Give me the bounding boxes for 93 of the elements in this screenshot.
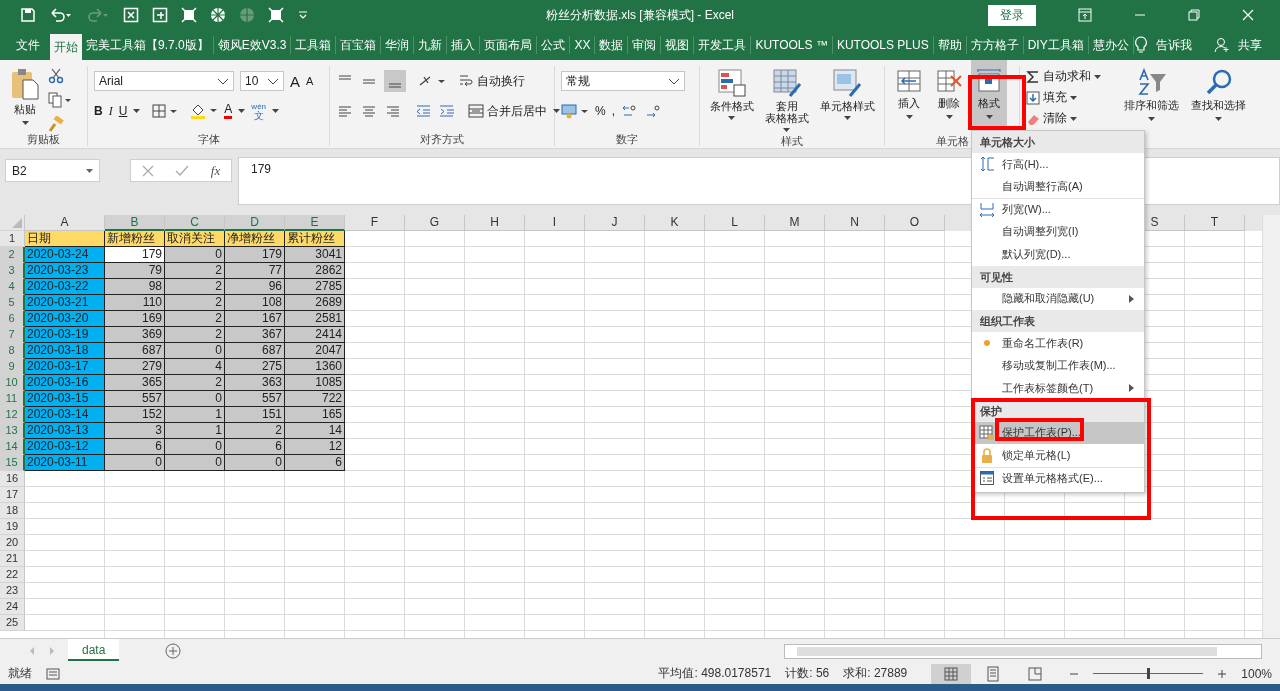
table-cell: 0 bbox=[165, 455, 225, 471]
table-cell: 2020-03-23 bbox=[25, 263, 105, 279]
status-text: 就绪 bbox=[8, 665, 32, 682]
table-cell: 2020-03-24 bbox=[25, 247, 105, 263]
menu-section-header: 组织工作表 bbox=[972, 310, 1144, 332]
table-cell: 0 bbox=[165, 439, 225, 455]
table-cell: 110 bbox=[105, 295, 165, 311]
average-stat: 平均值: 498.0178571 bbox=[658, 665, 772, 682]
table-cell: 179 bbox=[105, 247, 165, 263]
button-label: 条件格式 bbox=[709, 100, 754, 113]
table-cell: 0 bbox=[165, 391, 225, 407]
button-label: 套用 bbox=[775, 100, 798, 113]
group-label: 字体 bbox=[196, 132, 221, 146]
table-cell: 363 bbox=[225, 375, 285, 391]
table-cell: 3 bbox=[105, 423, 165, 439]
group-label: 剪贴板 bbox=[26, 132, 61, 146]
table-cell: 2020-03-11 bbox=[25, 455, 105, 471]
button-label: 表格格式 bbox=[764, 112, 809, 125]
table-cell: 2020-03-15 bbox=[25, 391, 105, 407]
table-cell: 2 bbox=[165, 295, 225, 311]
table-cell: 167 bbox=[225, 311, 285, 327]
table-cell: 722 bbox=[285, 391, 345, 407]
group-label: 对齐方式 bbox=[419, 132, 465, 146]
table-cell: 日期 bbox=[25, 231, 105, 247]
table-cell: 557 bbox=[225, 391, 285, 407]
count-stat: 计数: 56 bbox=[785, 665, 830, 682]
table-cell: 2020-03-20 bbox=[25, 311, 105, 327]
table-cell: 2689 bbox=[285, 295, 345, 311]
table-cell: 6 bbox=[105, 439, 165, 455]
table-cell: 557 bbox=[105, 391, 165, 407]
window-title: 粉丝分析数据.xls [兼容模式] - Excel bbox=[546, 6, 734, 24]
table-cell: 2 bbox=[165, 279, 225, 295]
table-cell: 4 bbox=[165, 359, 225, 375]
table-cell: 2 bbox=[165, 327, 225, 343]
table-cell: 2020-03-22 bbox=[25, 279, 105, 295]
table-cell: 2785 bbox=[285, 279, 345, 295]
table-cell: 净增粉丝 bbox=[225, 231, 285, 247]
table-cell: 14 bbox=[285, 423, 345, 439]
group-label: 单元格 bbox=[935, 135, 969, 147]
table-cell: 2581 bbox=[285, 311, 345, 327]
table-cell: 0 bbox=[165, 343, 225, 359]
table-cell: 2047 bbox=[285, 343, 345, 359]
table-cell: 77 bbox=[225, 263, 285, 279]
table-cell: 0 bbox=[225, 455, 285, 471]
table-cell: 365 bbox=[105, 375, 165, 391]
table-cell: 96 bbox=[225, 279, 285, 295]
table-cell: 2020-03-14 bbox=[25, 407, 105, 423]
table-cell: 2862 bbox=[285, 263, 345, 279]
menu-section-header: 可见性 bbox=[972, 265, 1144, 288]
table-cell: 98 bbox=[105, 279, 165, 295]
table-cell: 275 bbox=[225, 359, 285, 375]
table-cell: 新增粉丝 bbox=[105, 231, 165, 247]
table-cell: 2414 bbox=[285, 327, 345, 343]
group-label: 样式 bbox=[780, 134, 804, 149]
table-cell: 2020-03-17 bbox=[25, 359, 105, 375]
table-cell: 687 bbox=[105, 343, 165, 359]
table-cell: 0 bbox=[105, 455, 165, 471]
table-cell: 152 bbox=[105, 407, 165, 423]
table-cell: 151 bbox=[225, 407, 285, 423]
table-cell: 取消关注 bbox=[165, 231, 225, 247]
button-label: 单元格样式 bbox=[819, 100, 875, 113]
table-cell: 2020-03-13 bbox=[25, 423, 105, 439]
table-cell: 108 bbox=[225, 295, 285, 311]
sum-stat: 求和: 27889 bbox=[843, 665, 908, 682]
table-cell: 2020-03-19 bbox=[25, 327, 105, 343]
table-cell: 2 bbox=[225, 423, 285, 439]
table-cell: 79 bbox=[105, 263, 165, 279]
table-cell: 0 bbox=[165, 247, 225, 263]
table-cell: 279 bbox=[105, 359, 165, 375]
table-cell: 179 bbox=[225, 247, 285, 263]
table-cell: 6 bbox=[225, 439, 285, 455]
table-cell: 2 bbox=[165, 375, 225, 391]
table-cell: 367 bbox=[225, 327, 285, 343]
table-cell: 369 bbox=[105, 327, 165, 343]
table-cell: 2 bbox=[165, 263, 225, 279]
table-cell: 累计粉丝 bbox=[285, 231, 345, 247]
table-cell: 169 bbox=[105, 311, 165, 327]
table-cell: 165 bbox=[285, 407, 345, 423]
table-cell: 1360 bbox=[285, 359, 345, 375]
table-cell: 1 bbox=[165, 423, 225, 439]
table-cell: 2020-03-18 bbox=[25, 343, 105, 359]
table-cell: 3041 bbox=[285, 247, 345, 263]
table-cell: 687 bbox=[225, 343, 285, 359]
table-cell: 2020-03-21 bbox=[25, 295, 105, 311]
table-cell: 2020-03-12 bbox=[25, 439, 105, 455]
table-cell: 2 bbox=[165, 311, 225, 327]
menu-section-header: 单元格大小 bbox=[972, 131, 1144, 153]
table-cell: 1 bbox=[165, 407, 225, 423]
group-label: 数字 bbox=[615, 132, 639, 146]
table-cell: 2020-03-16 bbox=[25, 375, 105, 391]
table-cell: 6 bbox=[285, 455, 345, 471]
table-cell: 12 bbox=[285, 439, 345, 455]
table-cell: 1085 bbox=[285, 375, 345, 391]
